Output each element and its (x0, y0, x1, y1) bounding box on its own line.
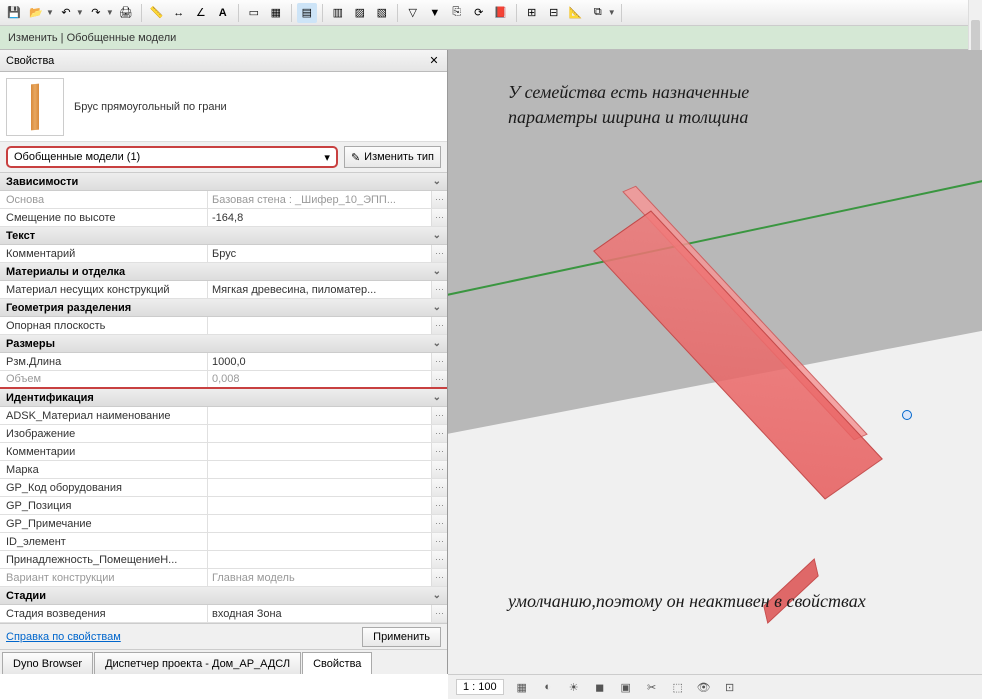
visual-style-icon[interactable]: ◐ (540, 679, 556, 695)
prop-gpnote[interactable]: GP_Примечание⋯ (0, 515, 447, 533)
open-icon[interactable]: 📂 (26, 3, 46, 23)
properties-help-link[interactable]: Справка по свойствам (6, 631, 121, 643)
prop-room[interactable]: Принадлежность_ПомещениеН...⋯ (0, 551, 447, 569)
prop-adsk[interactable]: ADSK_Материал наименование⋯ (0, 407, 447, 425)
tab-properties[interactable]: Свойства (302, 652, 372, 674)
edit-type-button[interactable]: ✎ Изменить тип (344, 146, 441, 168)
render-icon[interactable]: ▣ (618, 679, 634, 695)
main-toolbar: 💾 📂▼ ↶▼ ↷▼ 🖨 📏 ↔ ∠ A ▭ ▦ ▤ ▥ ▨ ▧ ▽ ▼ ⎘ ⟳… (0, 0, 982, 26)
type-preview-icon (6, 78, 64, 136)
annotation-top: У семейства есть назначенные параметры ш… (508, 80, 768, 130)
annotation-bottom: умолчанию,поэтому он неактивен в свойств… (508, 589, 948, 614)
panel-header: Свойства ✕ (0, 50, 447, 72)
properties-grid: Зависимости⌄ ОсноваБазовая стена : _Шифе… (0, 172, 447, 623)
chevron-down-icon: ▾ (324, 151, 330, 164)
instance-selector[interactable]: Обобщенные модели (1) ▾ (6, 146, 338, 168)
prop-gpcode[interactable]: GP_Код оборудования⋯ (0, 479, 447, 497)
measure-icon[interactable]: 📏 (147, 3, 167, 23)
type-name-label: Брус прямоугольный по грани (64, 101, 227, 113)
prop-idelement[interactable]: ID_элемент⋯ (0, 533, 447, 551)
properties-panel: Свойства ✕ Брус прямоугольный по грани О… (0, 50, 448, 674)
group-dimensions[interactable]: Размеры⌄ (0, 335, 447, 353)
tab-dyno[interactable]: Dyno Browser (2, 652, 93, 674)
close-icon[interactable]: ✕ (427, 54, 441, 68)
save-icon[interactable]: 💾 (4, 3, 24, 23)
funnel2-icon[interactable]: ▼ (425, 3, 445, 23)
prop-comment[interactable]: КомментарийБрус⋯ (0, 245, 447, 263)
text-icon[interactable]: A (213, 3, 233, 23)
align-icon[interactable]: ∠ (191, 3, 211, 23)
prop-refplane[interactable]: Опорная плоскость⋯ (0, 317, 447, 335)
panel-footer: Справка по свойствам Применить (0, 623, 447, 649)
group-identification[interactable]: Идентификация⌄ (0, 389, 447, 407)
type-selector-area[interactable]: Брус прямоугольный по грани (0, 72, 447, 142)
filter3-icon[interactable]: ▧ (372, 3, 392, 23)
undo-icon[interactable]: ↶ (56, 3, 76, 23)
redo-icon[interactable]: ↷ (86, 3, 106, 23)
layers-icon[interactable]: ⧉ (588, 3, 608, 23)
prop-variant: Вариант конструкцииГлавная модель⋯ (0, 569, 447, 587)
scale-selector[interactable]: 1 : 100 (456, 679, 504, 695)
prop-offset[interactable]: Смещение по высоте-164,8⋯ (0, 209, 447, 227)
funnel1-icon[interactable]: ▽ (403, 3, 423, 23)
prop-mark[interactable]: Марка⋯ (0, 461, 447, 479)
apply-button[interactable]: Применить (362, 627, 441, 647)
dimension-icon[interactable]: ↔ (169, 3, 189, 23)
hide-icon[interactable]: 👁 (696, 679, 712, 695)
prop-image[interactable]: Изображение⋯ (0, 425, 447, 443)
3d-viewport[interactable]: У семейства есть назначенные параметры ш… (448, 50, 982, 674)
grid2-icon[interactable]: ⊟ (544, 3, 564, 23)
shadows-icon[interactable]: ◼ (592, 679, 608, 695)
prop-stage-build[interactable]: Стадия возведениявходная Зона⋯ (0, 605, 447, 623)
book-icon[interactable]: 📕 (491, 3, 511, 23)
group-materials[interactable]: Материалы и отделка⌄ (0, 263, 447, 281)
ribbon-tab-label: Изменить | Обобщенные модели (8, 32, 176, 44)
control-marker[interactable] (902, 410, 912, 420)
ruler-icon[interactable]: 📐 (566, 3, 586, 23)
group-stages[interactable]: Стадии⌄ (0, 587, 447, 605)
prop-comments[interactable]: Комментарии⋯ (0, 443, 447, 461)
panel-title: Свойства (6, 55, 54, 67)
sun-path-icon[interactable]: ☀ (566, 679, 582, 695)
beam-3d-model[interactable] (578, 230, 898, 510)
element-icon[interactable]: ▦ (266, 3, 286, 23)
print-icon[interactable]: 🖨 (116, 3, 136, 23)
prop-gppos[interactable]: GP_Позиция⋯ (0, 497, 447, 515)
filter1-icon[interactable]: ▥ (328, 3, 348, 23)
panel-tabs: Dyno Browser Диспетчер проекта - Дом_АР_… (0, 649, 447, 674)
crop-region-icon[interactable]: ⬚ (670, 679, 686, 695)
grid1-icon[interactable]: ⊞ (522, 3, 542, 23)
group-geometry[interactable]: Геометрия разделения⌄ (0, 299, 447, 317)
prop-material[interactable]: Материал несущих конструкцийМягкая древе… (0, 281, 447, 299)
detail-level-icon[interactable]: ▦ (514, 679, 530, 695)
group-dependencies[interactable]: Зависимости⌄ (0, 173, 447, 191)
group-text[interactable]: Текст⌄ (0, 227, 447, 245)
copy-icon[interactable]: ⎘ (447, 3, 467, 23)
view-icon[interactable]: ▤ (297, 3, 317, 23)
prop-length[interactable]: Рзм.Длина1000,0⋯ (0, 353, 447, 371)
prop-volume[interactable]: Объем0,008⋯ (0, 371, 447, 389)
ribbon-context-tab: Изменить | Обобщенные модели (0, 26, 982, 50)
refresh-icon[interactable]: ⟳ (469, 3, 489, 23)
wall-icon[interactable]: ▭ (244, 3, 264, 23)
reveal-icon[interactable]: ⊡ (722, 679, 738, 695)
filter2-icon[interactable]: ▨ (350, 3, 370, 23)
edit-type-icon: ✎ (351, 151, 360, 164)
instance-selector-text: Обобщенные модели (1) (14, 151, 140, 163)
crop-icon[interactable]: ✂ (644, 679, 660, 695)
prop-base[interactable]: ОсноваБазовая стена : _Шифер_10_ЭПП...⋯ (0, 191, 447, 209)
view-control-bar: 1 : 100 ▦ ◐ ☀ ◼ ▣ ✂ ⬚ 👁 ⊡ (448, 674, 982, 699)
tab-project-browser[interactable]: Диспетчер проекта - Дом_АР_АДСЛ (94, 652, 301, 674)
